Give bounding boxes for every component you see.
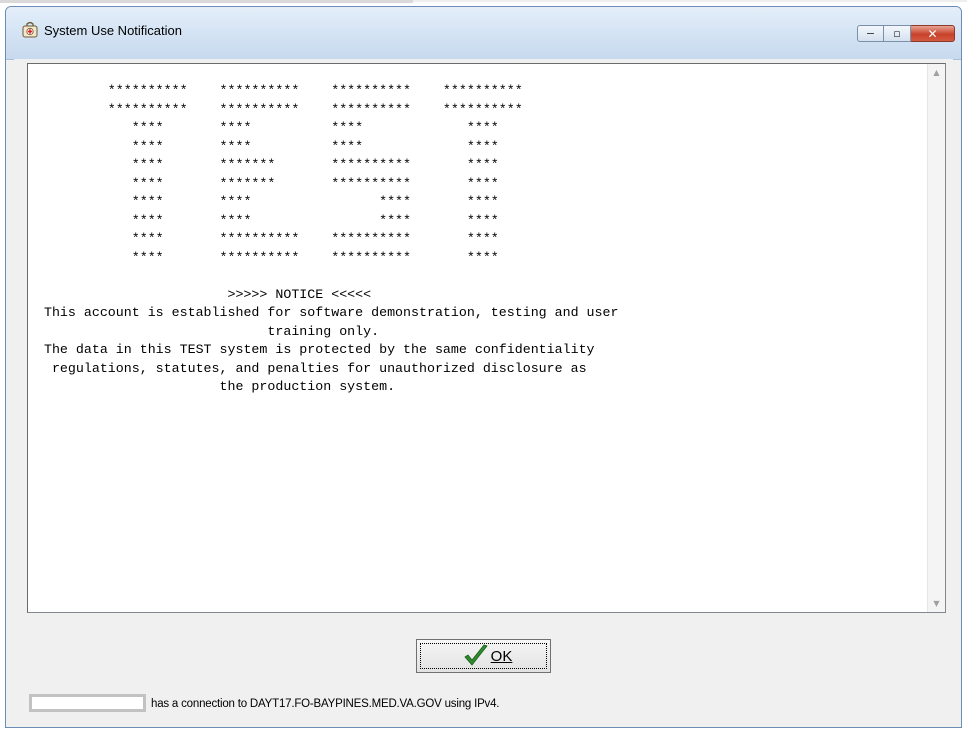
user-field (29, 694, 146, 712)
minimize-button[interactable]: − (857, 25, 884, 42)
close-icon: ✕ (927, 26, 938, 41)
close-button[interactable]: ✕ (911, 25, 955, 42)
caption-buttons: − ▫ ✕ (857, 25, 955, 42)
background-line (0, 0, 413, 3)
connection-status-text: has a connection to DAYT17.FO-BAYPINES.M… (151, 698, 500, 710)
app-icon (21, 21, 39, 39)
system-use-notification-window: System Use Notification − ▫ ✕ **********… (5, 6, 962, 728)
notice-textbox[interactable]: ********** ********** ********** *******… (27, 63, 946, 613)
vertical-scrollbar[interactable]: ▲ ▼ (927, 64, 945, 612)
title-bar[interactable]: System Use Notification − ▫ ✕ (6, 7, 961, 60)
dialog-client-area: ********** ********** ********** *******… (14, 59, 953, 722)
scroll-down-arrow-icon[interactable]: ▼ (928, 595, 945, 612)
background-line (413, 0, 967, 2)
minimize-icon: − (865, 27, 876, 40)
notice-text: ********** ********** ********** *******… (43, 83, 619, 394)
maximize-button[interactable]: ▫ (884, 25, 911, 42)
window-title: System Use Notification (44, 23, 182, 38)
ok-button[interactable]: OK (416, 639, 551, 673)
maximize-icon: ▫ (893, 27, 901, 40)
focus-rectangle (420, 643, 547, 669)
scroll-up-arrow-icon[interactable]: ▲ (928, 64, 945, 81)
